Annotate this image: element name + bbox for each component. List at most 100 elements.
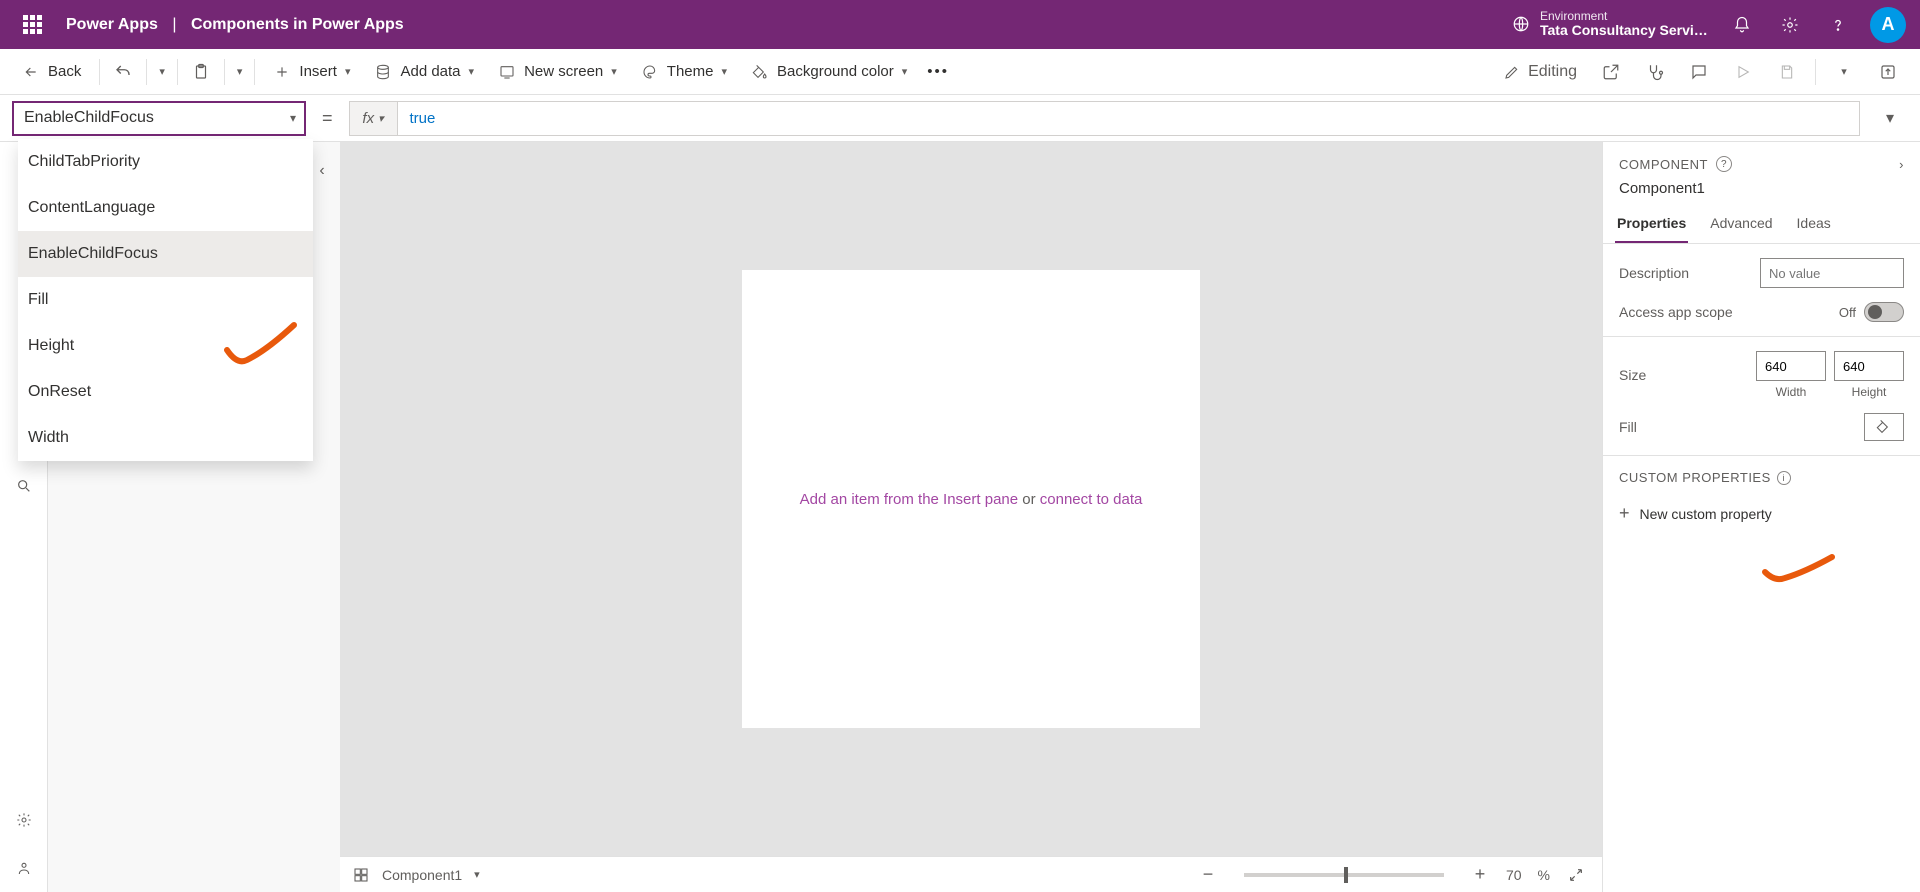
bg-color-label: Background color	[777, 63, 894, 80]
share-button[interactable]	[1589, 52, 1633, 92]
gear-icon	[16, 812, 32, 828]
new-custom-property-label: New custom property	[1640, 506, 1772, 522]
chevron-down-icon: ▾	[902, 65, 908, 78]
description-label: Description	[1619, 265, 1760, 281]
property-selector-value: EnableChildFocus	[24, 109, 154, 127]
bucket-icon	[751, 63, 769, 81]
zoom-slider-thumb[interactable]	[1344, 867, 1348, 883]
zoom-in-button[interactable]: +	[1466, 861, 1494, 889]
undo-button[interactable]	[106, 52, 140, 92]
save-button[interactable]	[1765, 52, 1809, 92]
chevron-down-icon[interactable]: ▾	[290, 111, 296, 125]
connect-data-link[interactable]: connect to data	[1040, 491, 1143, 508]
paste-more-button[interactable]: ▾	[231, 52, 249, 92]
tab-ideas[interactable]: Ideas	[1795, 205, 1833, 243]
add-data-button[interactable]: Add data ▾	[362, 52, 486, 92]
environment-name: Tata Consultancy Servic...	[1540, 23, 1710, 38]
info-icon[interactable]: i	[1777, 471, 1791, 485]
preview-button[interactable]	[1721, 52, 1765, 92]
property-option-label: Fill	[28, 291, 48, 309]
chevron-down-icon: ▾	[237, 65, 243, 78]
chevron-down-icon: ▾	[1841, 65, 1847, 78]
search-button[interactable]	[0, 462, 48, 510]
height-input[interactable]	[1834, 351, 1904, 381]
bell-icon	[1733, 16, 1751, 34]
properties-section-label: COMPONENT	[1619, 157, 1708, 172]
property-option-label: Height	[28, 337, 74, 355]
undo-icon	[114, 63, 132, 81]
new-screen-button[interactable]: New screen ▾	[486, 52, 629, 92]
info-icon[interactable]: ?	[1716, 156, 1732, 172]
comment-icon	[1690, 63, 1708, 81]
background-color-button[interactable]: Background color ▾	[739, 52, 919, 92]
environment-picker[interactable]: Environment Tata Consultancy Servic...	[1512, 10, 1710, 39]
user-avatar[interactable]: A	[1870, 7, 1906, 43]
chevron-down-icon: ▾	[159, 65, 165, 78]
editing-mode-button[interactable]: Editing	[1492, 63, 1589, 81]
description-input[interactable]	[1760, 258, 1904, 288]
width-input[interactable]	[1756, 351, 1826, 381]
property-option-onreset[interactable]: OnReset	[18, 369, 313, 415]
property-option-childtabpriority[interactable]: ChildTabPriority	[18, 139, 313, 185]
person-icon	[16, 860, 32, 876]
back-button[interactable]: Back	[10, 52, 93, 92]
chevron-down-icon[interactable]: ▾	[474, 868, 480, 881]
expand-panel-button[interactable]: ›	[1899, 157, 1904, 172]
zoom-value: 70	[1506, 867, 1522, 883]
waffle-icon	[23, 15, 42, 34]
fx-button[interactable]: fx ▾	[350, 102, 398, 135]
expand-formula-bar-button[interactable]: ▾	[1872, 98, 1908, 138]
virtual-agent-button[interactable]	[0, 844, 48, 892]
undo-more-button[interactable]: ▾	[153, 52, 171, 92]
insert-pane-link[interactable]: Add an item from the Insert pane	[800, 491, 1018, 508]
tab-properties[interactable]: Properties	[1615, 205, 1688, 243]
chevron-down-icon: ▾	[469, 65, 475, 78]
access-scope-toggle[interactable]	[1864, 302, 1904, 322]
fit-to-screen-button[interactable]	[1562, 861, 1590, 889]
comments-button[interactable]	[1677, 52, 1721, 92]
save-icon	[1779, 64, 1795, 80]
chevron-down-icon: ▾	[1886, 108, 1894, 128]
notifications-button[interactable]	[1718, 1, 1766, 49]
zoom-slider[interactable]	[1244, 873, 1444, 877]
insert-label: Insert	[299, 63, 337, 80]
collapse-tree-button[interactable]: ‹	[314, 156, 330, 186]
paste-button[interactable]	[184, 52, 218, 92]
environment-label: Environment	[1540, 10, 1710, 23]
publish-button[interactable]	[1866, 52, 1910, 92]
status-component-name[interactable]: Component1	[382, 867, 462, 883]
settings-rail-button[interactable]	[0, 796, 48, 844]
access-scope-value: Off	[1839, 305, 1856, 320]
chevron-down-icon: ▾	[345, 65, 351, 78]
property-option-contentlanguage[interactable]: ContentLanguage	[18, 185, 313, 231]
clipboard-icon	[192, 63, 210, 81]
gear-icon	[1781, 16, 1799, 34]
pencil-icon	[1504, 64, 1520, 80]
property-option-enablechildfocus[interactable]: EnableChildFocus	[18, 231, 313, 277]
checker-button[interactable]	[1633, 52, 1677, 92]
formula-input[interactable]: true	[398, 109, 1859, 127]
palette-icon	[641, 63, 659, 81]
save-more-button[interactable]: ▾	[1822, 52, 1866, 92]
more-commands-button[interactable]: •••	[919, 52, 957, 92]
property-option-height[interactable]: Height	[18, 323, 313, 369]
new-custom-property-button[interactable]: + New custom property	[1603, 493, 1920, 534]
settings-button[interactable]	[1766, 1, 1814, 49]
help-button[interactable]	[1814, 1, 1862, 49]
app-launcher-button[interactable]	[8, 1, 56, 49]
tab-advanced[interactable]: Advanced	[1708, 205, 1774, 243]
property-option-fill[interactable]: Fill	[18, 277, 313, 323]
zoom-out-button[interactable]: −	[1194, 861, 1222, 889]
property-option-width[interactable]: Width	[18, 415, 313, 461]
property-selector[interactable]: EnableChildFocus ▾	[12, 101, 306, 136]
screen-icon	[498, 63, 516, 81]
database-icon	[374, 63, 392, 81]
theme-button[interactable]: Theme ▾	[629, 52, 739, 92]
insert-button[interactable]: Insert ▾	[261, 52, 362, 92]
plus-icon	[273, 63, 291, 81]
new-screen-label: New screen	[524, 63, 603, 80]
component-canvas[interactable]: Add an item from the Insert pane or conn…	[742, 270, 1200, 728]
plus-icon: +	[1619, 503, 1630, 524]
fill-color-picker[interactable]	[1864, 413, 1904, 441]
editing-label: Editing	[1528, 63, 1577, 81]
